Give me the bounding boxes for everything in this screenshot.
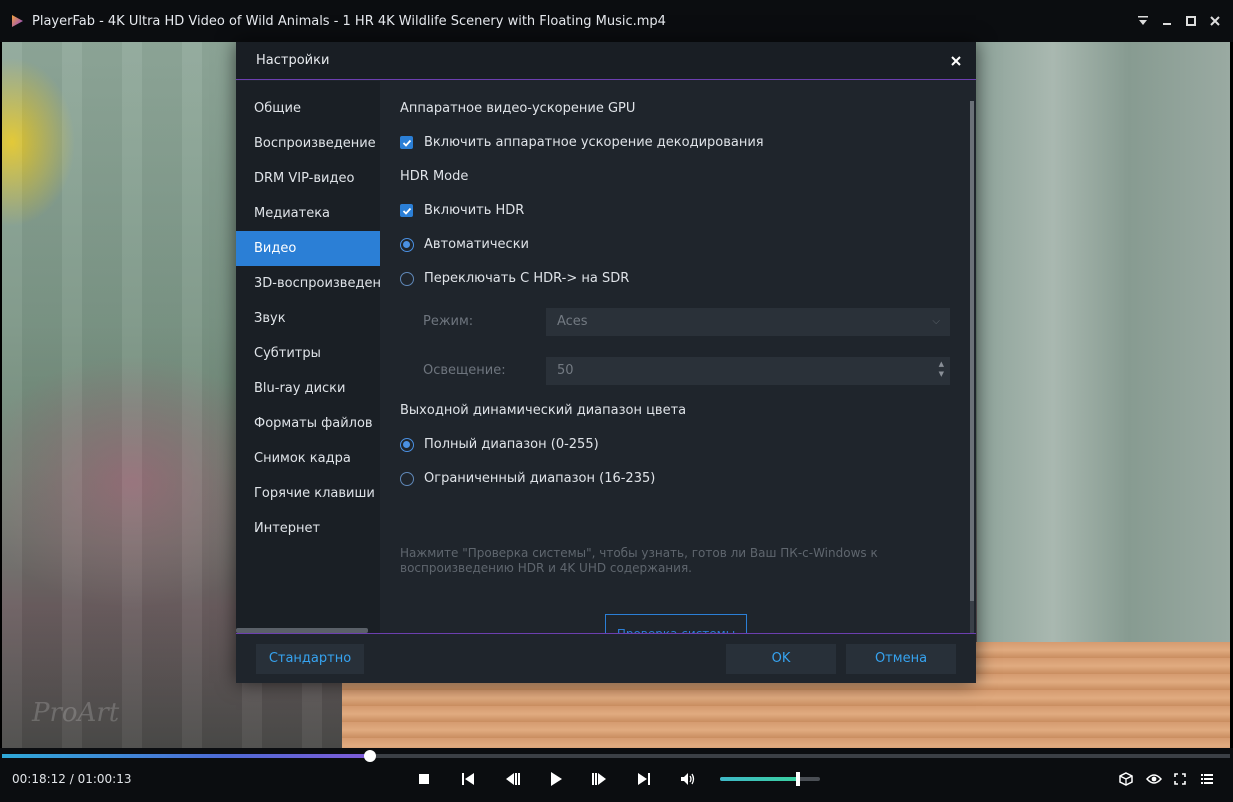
mode-select[interactable]: Aces ⌵: [546, 308, 950, 336]
video-background-panel: [977, 42, 1230, 642]
lighting-value: 50: [557, 363, 574, 378]
hdr-enable-label: Включить HDR: [424, 203, 525, 218]
range-section-title: Выходной динамический диапазон цвета: [400, 403, 687, 418]
dialog-header: Настройки: [236, 42, 976, 80]
hdr-switch-option[interactable]: Переключать С HDR-> на SDR: [400, 271, 629, 286]
video-watermark: ProArt: [32, 698, 120, 728]
mode-label: Режим:: [423, 314, 474, 329]
gpu-decode-checkbox[interactable]: [400, 136, 413, 149]
title-bar: PlayerFab - 4K Ultra HD Video of Wild An…: [0, 0, 1233, 42]
playback-time: 00:18:12 / 01:00:13: [12, 772, 132, 786]
hdr-auto-option[interactable]: Автоматически: [400, 237, 529, 252]
window-title: PlayerFab - 4K Ultra HD Video of Wild An…: [32, 13, 666, 29]
content-scroll-thumb[interactable]: [970, 101, 974, 601]
gpu-section-title: Аппаратное видео-ускорение GPU: [400, 101, 636, 116]
dialog-close-icon[interactable]: [946, 51, 966, 71]
cancel-button[interactable]: Отмена: [846, 644, 956, 674]
sidebar-item-bluray[interactable]: Blu-ray диски: [236, 371, 380, 406]
sidebar-item-drm-vip[interactable]: DRM VIP-видео: [236, 161, 380, 196]
settings-dialog: Настройки Общие Воспроизведение DRM VIP-…: [236, 42, 976, 683]
next-icon[interactable]: [633, 768, 655, 790]
hdr-enable-option[interactable]: Включить HDR: [400, 203, 524, 218]
player-control-bar: 00:18:12 / 01:00:13: [0, 748, 1233, 802]
sidebar-item-hotkeys[interactable]: Горячие клавиши: [236, 476, 380, 511]
sidebar-item-subtitles[interactable]: Субтитры: [236, 336, 380, 371]
default-button[interactable]: Стандартно: [256, 644, 364, 674]
system-check-hint: Нажмите "Проверка системы", чтобы узнать…: [400, 546, 878, 575]
play-icon[interactable]: [545, 768, 567, 790]
settings-content: Аппаратное видео-ускорение GPU Включить …: [380, 81, 976, 633]
range-limited-label: Ограниченный диапазон (16-235): [424, 471, 656, 486]
playerfab-logo-icon: [12, 15, 23, 27]
fullscreen-icon[interactable]: [1169, 768, 1191, 790]
progress-fill: [2, 754, 370, 758]
menu-icon[interactable]: [1131, 10, 1155, 32]
gpu-decode-option[interactable]: Включить аппаратное ускорение декодирова…: [400, 135, 764, 150]
sidebar-item-snapshot[interactable]: Снимок кадра: [236, 441, 380, 476]
range-full-label: Полный диапазон (0-255): [424, 437, 599, 452]
range-full-option[interactable]: Полный диапазон (0-255): [400, 437, 599, 452]
dialog-title: Настройки: [256, 53, 330, 68]
step-back-icon[interactable]: [501, 768, 523, 790]
sidebar-item-general[interactable]: Общие: [236, 91, 380, 126]
sidebar-item-library[interactable]: Медиатека: [236, 196, 380, 231]
step-forward-icon[interactable]: [589, 768, 611, 790]
range-full-radio[interactable]: [400, 437, 414, 452]
volume-fill: [720, 777, 798, 781]
hdr-section-title: HDR Mode: [400, 169, 469, 184]
mode-select-value: Aces: [557, 314, 588, 329]
range-limited-option[interactable]: Ограниченный диапазон (16-235): [400, 471, 655, 486]
lighting-spinbox[interactable]: 50 ▲ ▼: [546, 357, 950, 385]
sidebar-item-internet[interactable]: Интернет: [236, 511, 380, 546]
eye-icon[interactable]: [1143, 768, 1165, 790]
hdr-enable-checkbox[interactable]: [400, 204, 413, 217]
hdr-switch-label: Переключать С HDR-> на SDR: [424, 271, 630, 286]
previous-icon[interactable]: [457, 768, 479, 790]
volume-knob[interactable]: [796, 772, 800, 786]
hdr-auto-label: Автоматически: [424, 237, 530, 252]
sidebar-item-3d-playback[interactable]: 3D-воспроизведение: [236, 266, 380, 301]
close-icon[interactable]: [1203, 10, 1227, 32]
dialog-footer: Стандартно OK Отмена: [236, 633, 976, 683]
sidebar-item-playback[interactable]: Воспроизведение: [236, 126, 380, 161]
sidebar-item-video[interactable]: Видео: [236, 231, 380, 266]
minimize-icon[interactable]: [1155, 10, 1179, 32]
settings-sidebar: Общие Воспроизведение DRM VIP-видео Меди…: [236, 81, 380, 633]
hdr-switch-radio[interactable]: [400, 271, 414, 286]
playlist-icon[interactable]: [1196, 768, 1218, 790]
hdr-auto-radio[interactable]: [400, 237, 414, 252]
lighting-label: Освещение:: [423, 363, 506, 378]
sidebar-item-audio[interactable]: Звук: [236, 301, 380, 336]
stop-icon[interactable]: [413, 768, 435, 790]
volume-icon[interactable]: [677, 768, 699, 790]
chevron-down-icon: ⌵: [932, 316, 940, 327]
progress-knob[interactable]: [364, 750, 376, 762]
maximize-icon[interactable]: [1179, 10, 1203, 32]
range-limited-radio[interactable]: [400, 471, 414, 486]
system-check-button[interactable]: Проверка системы: [605, 614, 747, 633]
3d-cube-icon[interactable]: [1115, 768, 1137, 790]
spinner-arrows-icon[interactable]: ▲ ▼: [939, 359, 944, 379]
sidebar-item-file-formats[interactable]: Форматы файлов: [236, 406, 380, 441]
ok-button[interactable]: OK: [726, 644, 836, 674]
gpu-decode-label: Включить аппаратное ускорение декодирова…: [424, 135, 764, 150]
